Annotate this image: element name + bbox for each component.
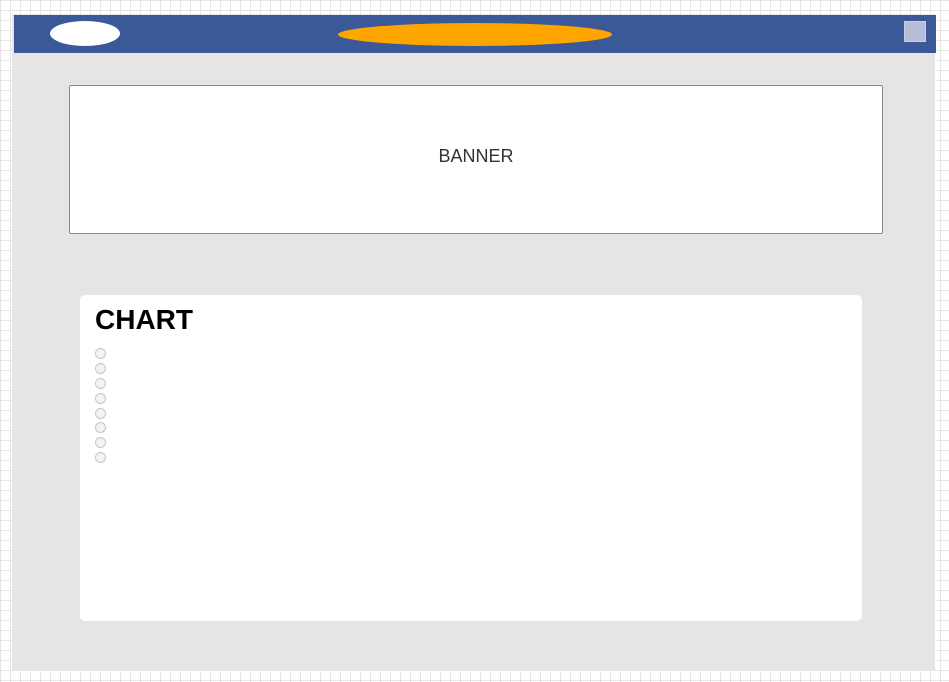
radio-option[interactable] [95, 407, 106, 419]
radio-option[interactable] [95, 437, 106, 449]
menu-button[interactable] [904, 21, 926, 42]
chart-card: CHART [80, 295, 862, 621]
banner-label: BANNER [438, 146, 514, 166]
chart-title: CHART [95, 304, 193, 335]
search-pill[interactable] [338, 23, 612, 46]
radio-option[interactable] [95, 362, 106, 374]
banner: BANNER [69, 85, 883, 234]
top-navigation-bar [14, 15, 936, 53]
radio-option[interactable] [95, 348, 106, 359]
radio-option[interactable] [95, 422, 106, 434]
radio-list [95, 348, 106, 467]
radio-option[interactable] [95, 392, 106, 404]
logo[interactable] [50, 21, 120, 46]
radio-option[interactable] [95, 377, 106, 389]
page-frame: BANNER CHART [12, 14, 936, 670]
radio-option[interactable] [95, 452, 106, 464]
